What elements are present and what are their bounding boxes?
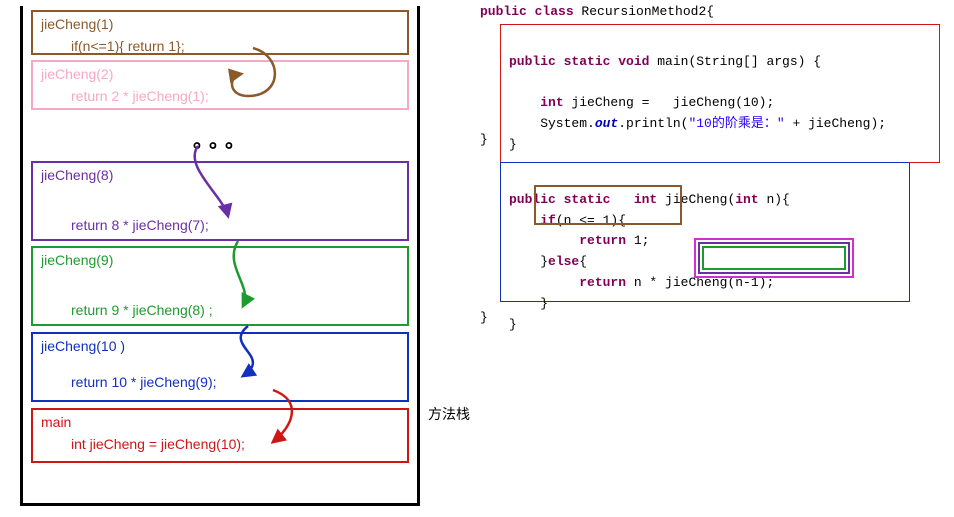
- stack-frame-10: jieCheng(10 ) return 10 * jieCheng(9);: [31, 332, 409, 402]
- stack-label: 方法栈: [428, 404, 470, 424]
- frame-title: main: [41, 414, 399, 430]
- stack-ellipsis: 。。。: [193, 124, 251, 153]
- frame-body: return 2 * jieCheng(1);: [41, 88, 399, 104]
- stack-frame-8: jieCheng(8) return 8 * jieCheng(7);: [31, 161, 409, 241]
- stack-frame-9: jieCheng(9) return 9 * jieCheng(8) ;: [31, 246, 409, 326]
- frame-title: jieCheng(2): [41, 66, 399, 82]
- frame-body: int jieCheng = jieCheng(10);: [41, 436, 399, 452]
- code-close-brace-2: }: [480, 310, 488, 325]
- code-main-box: public static void main(String[] args) {…: [500, 24, 940, 163]
- code-method-box: public static int jieCheng(int n){ if(n …: [500, 162, 910, 302]
- frame-body: return 9 * jieCheng(8) ;: [41, 302, 399, 318]
- code-class-decl: public class RecursionMethod2{: [480, 4, 714, 19]
- println-string: "10的阶乘是：": [688, 116, 784, 131]
- frame-title: jieCheng(10 ): [41, 338, 399, 354]
- highlight-recursive-call-inner: [702, 246, 846, 270]
- highlight-base-case: [534, 185, 682, 225]
- frame-title: jieCheng(8): [41, 167, 399, 183]
- frame-title: jieCheng(1): [41, 16, 399, 32]
- stack-frame-1: jieCheng(1) if(n<=1){ return 1};: [31, 10, 409, 55]
- frame-body: return 8 * jieCheng(7);: [41, 217, 399, 233]
- out-field: out: [595, 116, 618, 131]
- call-stack-panel: jieCheng(1) if(n<=1){ return 1}; jieChen…: [20, 6, 420, 506]
- code-close-brace-1: }: [480, 132, 488, 147]
- frame-body: return 10 * jieCheng(9);: [41, 374, 399, 390]
- stack-frame-2: jieCheng(2) return 2 * jieCheng(1);: [31, 60, 409, 110]
- stack-frame-main: main int jieCheng = jieCheng(10);: [31, 408, 409, 463]
- frame-body: if(n<=1){ return 1};: [41, 38, 399, 54]
- frame-title: jieCheng(9): [41, 252, 399, 268]
